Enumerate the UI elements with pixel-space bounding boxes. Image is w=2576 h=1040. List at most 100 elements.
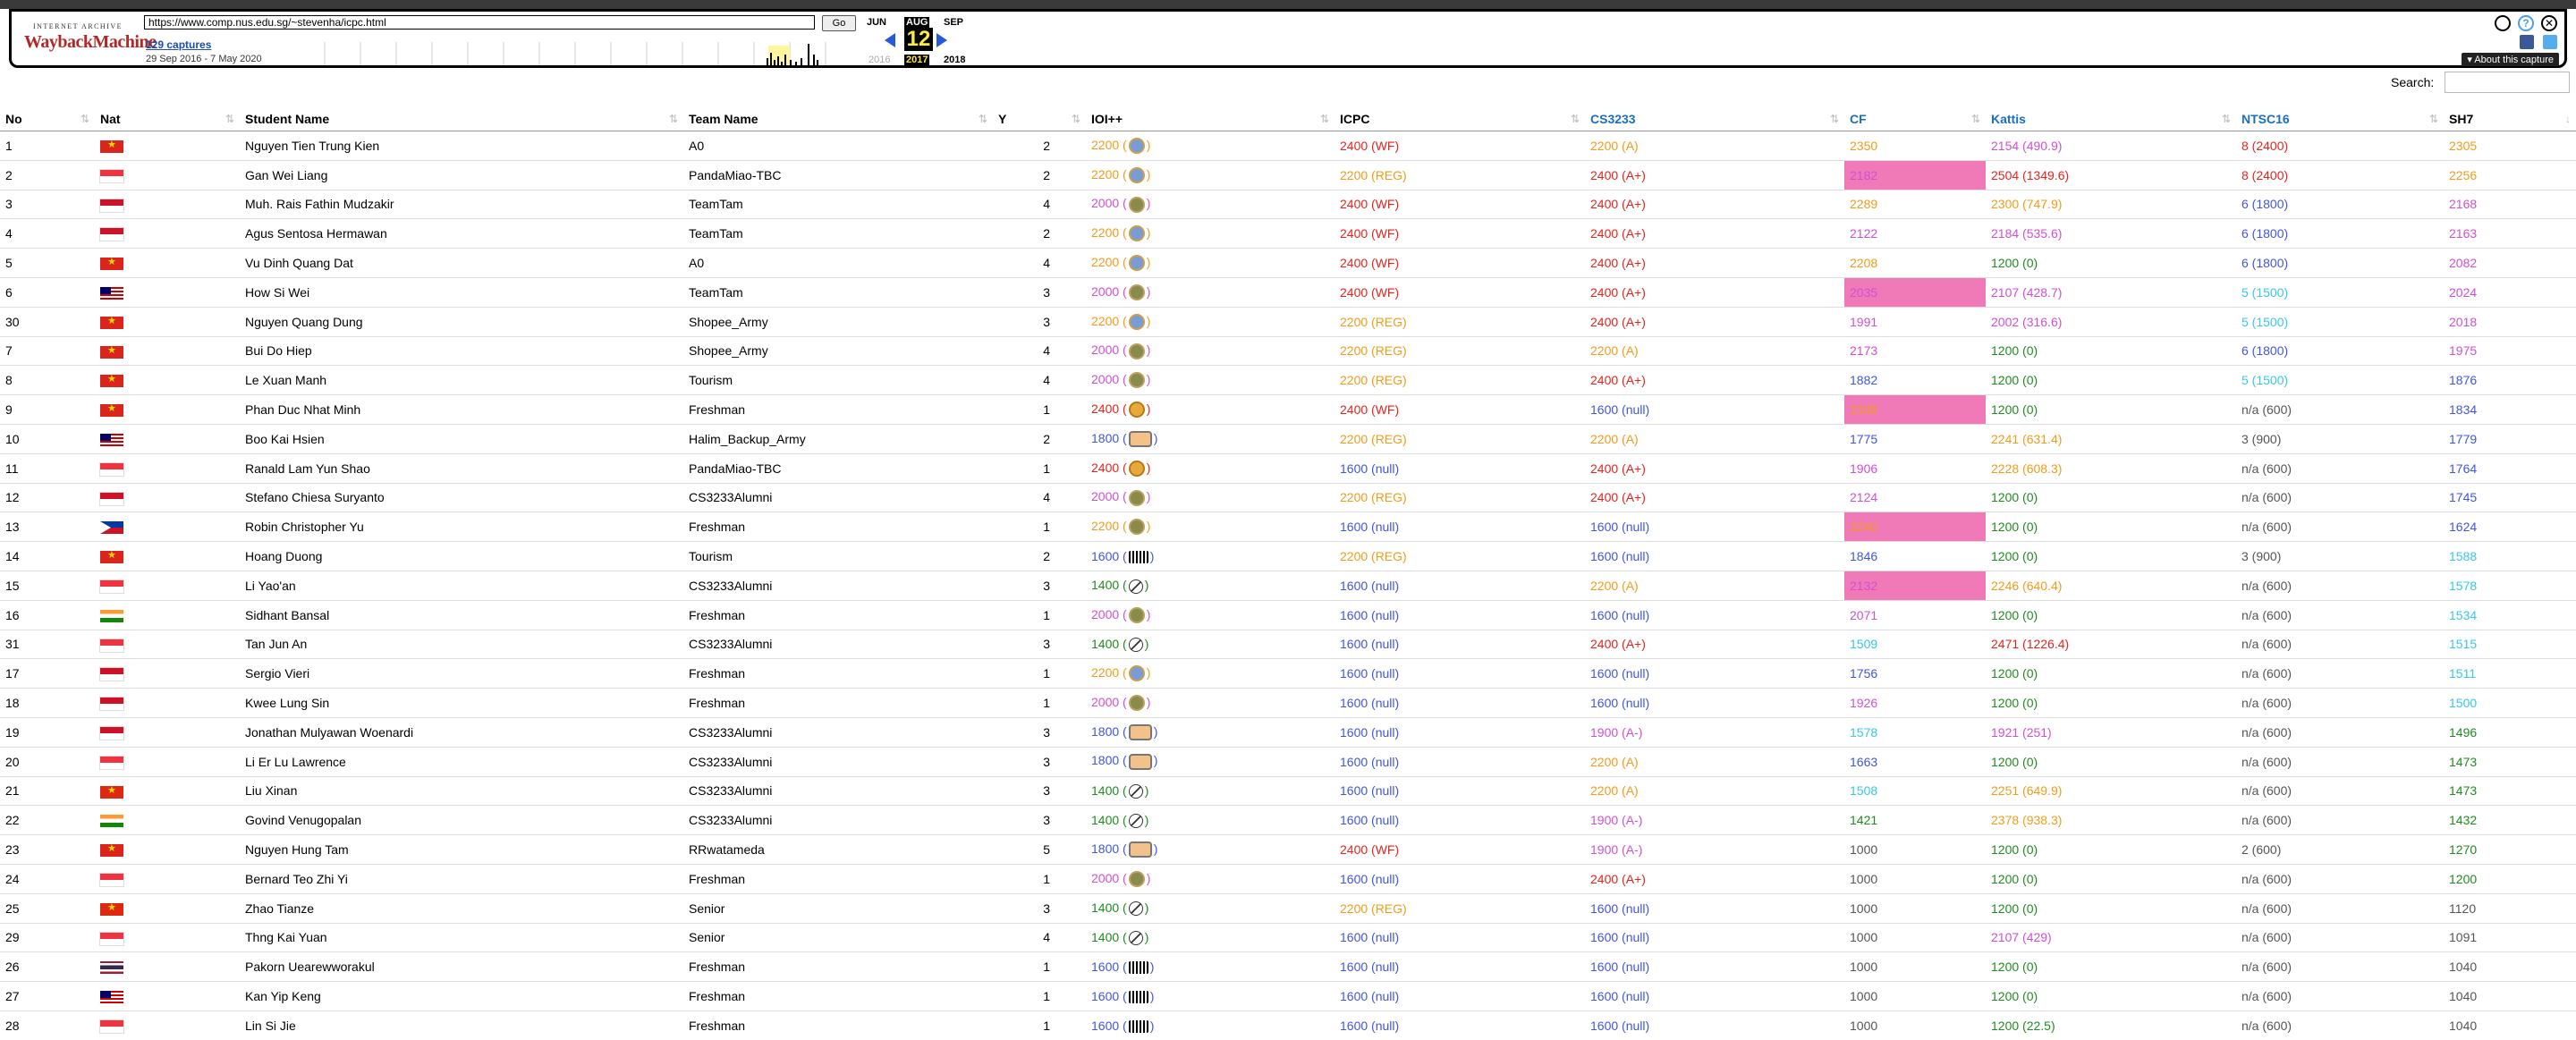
wayback-logo[interactable]: INTERNET ARCHIVE WaybackMachine: [24, 22, 157, 62]
sort-icon[interactable]: ⇅: [1072, 113, 1080, 125]
column-header-icpc[interactable]: ICPC ⇅: [1335, 107, 1585, 131]
flag-id-icon: [99, 725, 124, 740]
help-icon[interactable]: ?: [2518, 15, 2534, 31]
sort-icon[interactable]: ⇅: [669, 113, 678, 125]
prev-year[interactable]: 2016: [869, 55, 890, 65]
cell-ioi: 2000 (): [1086, 482, 1335, 512]
capture-sparkline[interactable]: [307, 42, 861, 65]
cell-icpc: 1600 (null): [1335, 922, 1585, 952]
cell-nat: [95, 159, 240, 190]
table-row[interactable]: 15 Li Yao'an CS3233Alumni 3 1400 () 1600 (nul…: [0, 570, 2576, 601]
table-row[interactable]: 24 Bernard Teo Zhi Yi Freshman 1 2000 () 1600…: [0, 863, 2576, 894]
cell-ntsc16: 5 (1500): [2236, 365, 2444, 395]
table-row[interactable]: 12 Stefano Chiesa Suryanto CS3233Alumni 4 20…: [0, 482, 2576, 512]
sort-icon[interactable]: ⇅: [1571, 113, 1580, 125]
cell-ntsc16: 5 (1500): [2236, 276, 2444, 308]
cell-ioi: 1600 (): [1086, 951, 1335, 982]
gold-medal-icon: [1128, 402, 1145, 419]
column-header-cs3233[interactable]: CS3233 ⇅: [1585, 107, 1844, 131]
cell-student-name: Nguyen Tien Trung Kien: [240, 131, 683, 161]
table-row[interactable]: 13 Robin Christopher Yu Freshman 1 2200 () 16…: [0, 512, 2576, 542]
ioi-rating: 1800 (: [1091, 723, 1127, 739]
sort-icon[interactable]: ⇅: [225, 113, 234, 125]
table-row[interactable]: 5 ★ Vu Dinh Quang Dat A0 4 2200 () 2400 (WF) 24…: [0, 248, 2576, 278]
table-row[interactable]: 22 Govind Venugopalan CS3233Alumni 3 1400 ()…: [0, 805, 2576, 835]
table-row[interactable]: 20 Li Er Lu Lawrence CS3233Alumni 3 1800 () 1…: [0, 746, 2576, 777]
sort-icon[interactable]: ⇅: [1830, 113, 1839, 125]
table-row[interactable]: 29 Thng Kai Yuan Senior 4 1400 () 1600 (null)…: [0, 922, 2576, 952]
cell-ntsc16: n/a (600): [2236, 1010, 2444, 1040]
table-row[interactable]: 4 Agus Sentosa Hermawan TeamTam 2 2200 () 240…: [0, 218, 2576, 249]
null-medal-icon: [1128, 551, 1148, 564]
column-header-student-name[interactable]: Student Name ⇅: [240, 107, 683, 131]
table-row[interactable]: 27 Kan Yip Keng Freshman 1 1600 () 1600 (null…: [0, 981, 2576, 1011]
table-row[interactable]: 26 Pakorn Uearewworakul Freshman 1 1600 () 16…: [0, 951, 2576, 982]
table-row[interactable]: 31 Tan Jun An CS3233Alumni 3 1400 () 1600 (nu…: [0, 629, 2576, 659]
cell-team-name: Freshman: [683, 658, 993, 689]
table-row[interactable]: 3 Muh. Rais Fathin Mudzakir TeamTam 4 2000 (…: [0, 189, 2576, 219]
column-header-cf[interactable]: CF ⇅: [1844, 107, 1986, 131]
table-row[interactable]: 30 ★ Nguyen Quang Dung Shopee_Army 3 2200 () 2…: [0, 306, 2576, 337]
next-capture-arrow-icon[interactable]: [936, 33, 947, 47]
table-row[interactable]: 7 ★ Bui Do Hiep Shopee_Army 4 2000 () 2200 (RE…: [0, 335, 2576, 366]
table-row[interactable]: 17 Sergio Vieri Freshman 1 2200 () 1600 (null…: [0, 658, 2576, 689]
about-capture-button[interactable]: ▾ About this capture: [2462, 53, 2559, 66]
ioi-rating: 1600 (: [1091, 960, 1127, 975]
column-header-no[interactable]: No ⇅: [0, 107, 95, 131]
table-row[interactable]: 23 ★ Nguyen Hung Tam RRwatameda 5 1800 () 2400…: [0, 834, 2576, 865]
cell-ntsc16: n/a (600): [2236, 951, 2444, 982]
cell-icpc: 2200 (REG): [1335, 335, 1585, 366]
search-input[interactable]: [2445, 72, 2570, 93]
close-icon[interactable]: ✕: [2541, 15, 2557, 31]
table-row[interactable]: 11 Ranald Lam Yun Shao PandaMiao-TBC 1 2400 …: [0, 452, 2576, 484]
sort-icon[interactable]: ↓: [2565, 113, 2571, 125]
sort-icon[interactable]: ⇅: [979, 113, 987, 125]
table-row[interactable]: 18 Kwee Lung Sin Freshman 1 2000 () 1600 (nul…: [0, 688, 2576, 718]
sort-icon[interactable]: ⇅: [2429, 113, 2438, 125]
cell-kattis: 1200 (0): [1986, 482, 2236, 512]
cell-ntsc16: n/a (600): [2236, 775, 2444, 806]
table-row[interactable]: 16 Sidhant Bansal Freshman 1 2000 () 1600 (nu…: [0, 599, 2576, 630]
cell-student-name: Stefano Chiesa Suryanto: [240, 482, 683, 512]
sort-icon[interactable]: ⇅: [1320, 113, 1329, 125]
table-row[interactable]: 10 Boo Kai Hsien Halim_Backup_Army 2 1800 ()…: [0, 423, 2576, 454]
column-header-ioi-[interactable]: IOI++ ⇅: [1086, 107, 1335, 131]
column-header-team-name[interactable]: Team Name ⇅: [683, 107, 993, 131]
column-header-ntsc16[interactable]: NTSC16 ⇅: [2236, 107, 2444, 131]
facebook-icon[interactable]: [2520, 35, 2534, 49]
ioi-rating: 2000 (: [1091, 196, 1127, 211]
wayback-url-input[interactable]: [144, 15, 815, 30]
table-row[interactable]: 2 Gan Wei Liang PandaMiao-TBC 2 2200 () 2200 …: [0, 159, 2576, 190]
column-header-sh7[interactable]: SH7 ↓: [2444, 107, 2576, 131]
table-row[interactable]: 14 ★ Hoang Duong Tourism 2 1600 () 2200 (REG) 1…: [0, 541, 2576, 571]
cell-nat: [95, 981, 240, 1011]
sort-icon[interactable]: ⇅: [2222, 113, 2231, 125]
user-icon[interactable]: [2495, 15, 2511, 31]
ioi-rating: 2200 (: [1091, 665, 1127, 681]
prev-month[interactable]: JUN: [867, 17, 886, 28]
blue-medal-icon: [1128, 225, 1145, 242]
flag-vn-icon: ★: [100, 257, 123, 271]
sort-icon[interactable]: ⇅: [1971, 113, 1980, 125]
column-header-nat[interactable]: Nat ⇅: [95, 107, 240, 131]
table-row[interactable]: 9 ★ Phan Duc Nhat Minh Freshman 1 2400 () 2400…: [0, 394, 2576, 425]
sort-icon[interactable]: ⇅: [80, 113, 89, 125]
table-row[interactable]: 19 Jonathan Mulyawan Woenardi CS3233Alumni…: [0, 716, 2576, 748]
table-row[interactable]: 1 ★ Nguyen Tien Trung Kien A0 2 2200 () 2400 (…: [0, 131, 2576, 161]
next-year[interactable]: 2018: [944, 55, 965, 65]
cell-ioi: 1400 (): [1086, 629, 1335, 659]
table-row[interactable]: 8 ★ Le Xuan Manh Tourism 4 2000 () 2200 (REG) 2…: [0, 365, 2576, 395]
column-header-y[interactable]: Y ⇅: [993, 107, 1086, 131]
table-row[interactable]: 21 ★ Liu Xinan CS3233Alumni 3 1400 () 1600 (nu…: [0, 775, 2576, 806]
table-row[interactable]: 6 How Si Wei TeamTam 3 2000 () 2400 (WF) 2400 …: [0, 276, 2576, 308]
go-button[interactable]: Go: [822, 15, 856, 31]
captures-link[interactable]: 129 captures: [146, 38, 211, 51]
column-header-kattis[interactable]: Kattis ⇅: [1986, 107, 2236, 131]
cell-cf: 1906: [1844, 452, 1986, 484]
table-row[interactable]: 28 Lin Si Jie Freshman 1 1600 () 1600 (null) 1…: [0, 1010, 2576, 1040]
table-row[interactable]: 25 ★ Zhao Tianze Senior 3 1400 () 2200 (REG) 16…: [0, 892, 2576, 924]
ioi-rating: 1400 (: [1091, 812, 1127, 827]
next-month[interactable]: SEP: [944, 17, 963, 28]
prev-capture-arrow-icon[interactable]: [885, 33, 895, 47]
twitter-icon[interactable]: [2543, 35, 2557, 49]
